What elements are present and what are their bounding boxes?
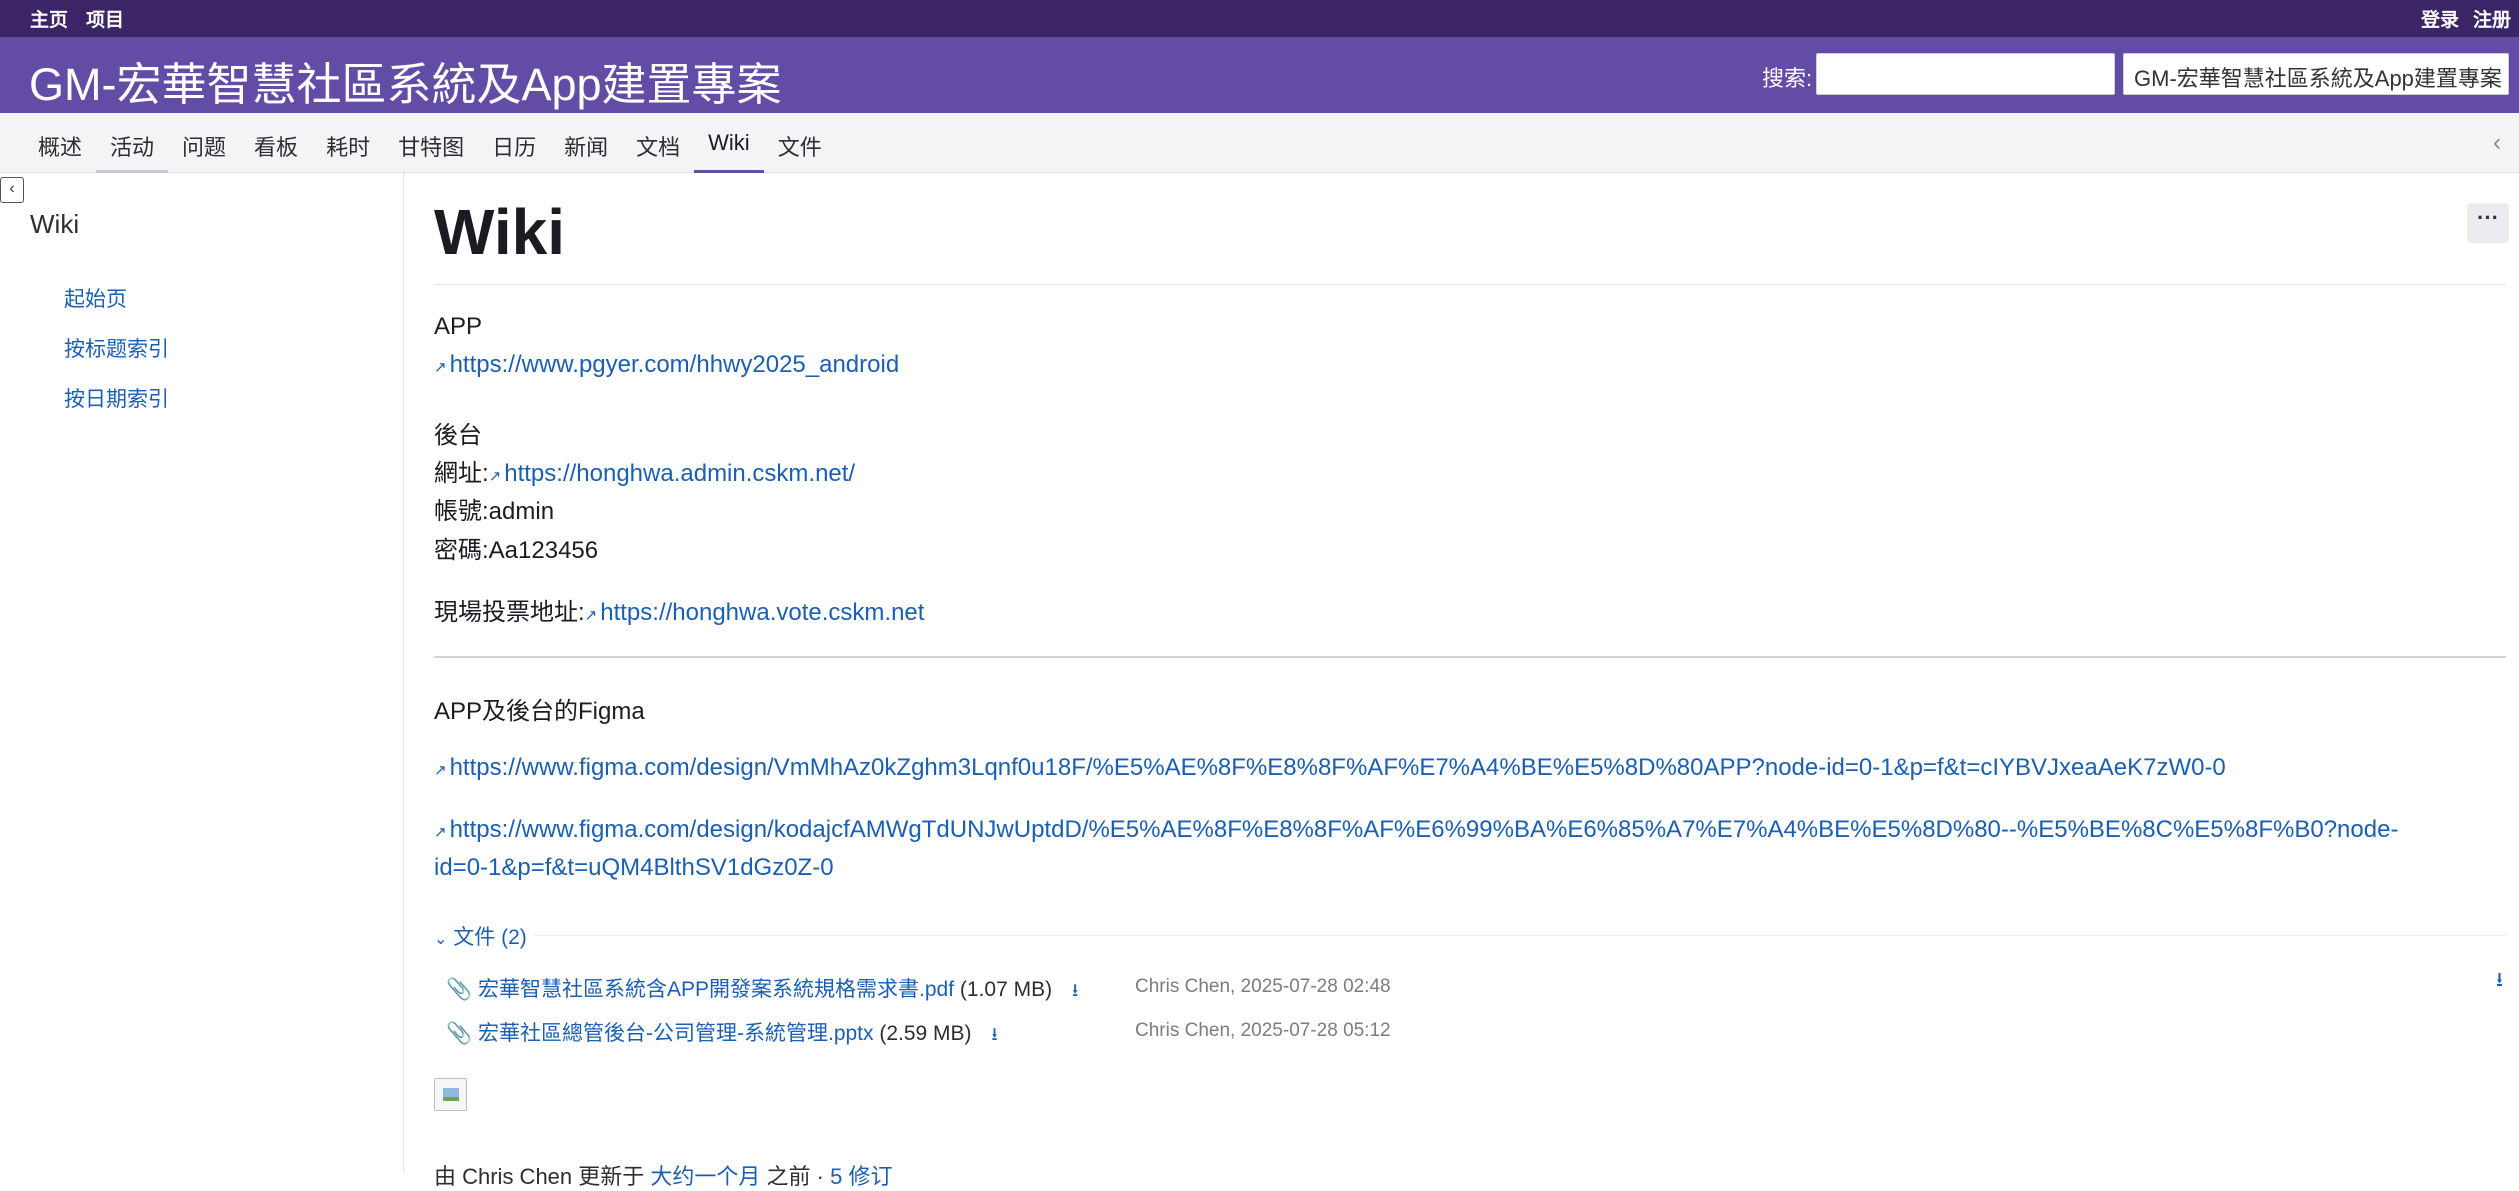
figma-link-2-row: ↗ https://www.figma.com/design/kodajcfAMW… xyxy=(434,816,2398,844)
files-toggle[interactable]: ⌄ 文件 (2) xyxy=(434,921,527,951)
figma-heading: APP及後台的Figma xyxy=(434,698,645,725)
tab-issues[interactable]: 问题 xyxy=(168,113,240,173)
projects-link[interactable]: 项目 xyxy=(86,5,124,32)
wiki-content: Wiki ··· APP ↗ https://www.pgyer.com/hhwy… xyxy=(434,173,2509,1189)
account-label: 帳號: xyxy=(434,498,489,525)
vote-label: 現場投票地址: xyxy=(434,599,585,626)
external-link-icon: ↗ xyxy=(584,607,598,624)
section-divider xyxy=(434,656,2506,658)
updated-prefix: 由 Chris Chen 更新于 xyxy=(434,1164,645,1189)
figma-app-link[interactable]: https://www.figma.com/design/VmMhAz0kZgh… xyxy=(450,754,2226,781)
external-link-icon: ↗ xyxy=(434,824,447,841)
updated-time-link[interactable]: 大约一个月 xyxy=(650,1164,760,1189)
external-link-icon: ↗ xyxy=(488,468,502,485)
figma-backend-link-cont[interactable]: id=0-1&p=f&t=uQM4BlthSV1dGz0Z-0 xyxy=(434,854,834,881)
image-icon[interactable] xyxy=(434,1078,467,1111)
tab-documents[interactable]: 文档 xyxy=(622,113,694,173)
project-jump-select[interactable]: GM-宏華智慧社區系統及App建置專案 xyxy=(2123,53,2509,95)
header: GM-宏華智慧社區系統及App建置專案 搜索: GM-宏華智慧社區系統及App建… xyxy=(0,37,2519,113)
app-label: APP xyxy=(434,313,483,340)
figma-link-2-cont: id=0-1&p=f&t=uQM4BlthSV1dGz0Z-0 xyxy=(434,854,834,882)
search-input[interactable] xyxy=(1816,53,2115,95)
project-title: GM-宏華智慧社區系統及App建置專案 xyxy=(29,59,782,110)
updated-info: 由 Chris Chen 更新于 大约一个月 之前 · 5 修订 xyxy=(434,1159,892,1191)
external-link-icon: ↗ xyxy=(434,762,447,779)
file-row: 📎 宏華社區總管後台-公司管理-系統管理.pptx (2.59 MB) ⭳ xyxy=(446,1017,998,1052)
sidebar-item-start-page[interactable]: 起始页 xyxy=(64,283,169,333)
download-icon[interactable]: ⭳ xyxy=(991,1024,997,1044)
tab-kanban[interactable]: 看板 xyxy=(240,113,312,173)
updated-suffix: 之前 · xyxy=(766,1164,824,1189)
file-row: 📎 宏華智慧社區系統含APP開發案系統規格需求書.pdf (1.07 MB) ⭳ xyxy=(446,973,1078,1008)
sidebar-links: 起始页 按标题索引 按日期索引 xyxy=(64,283,169,433)
paperclip-icon: 📎 xyxy=(446,978,473,1001)
tab-activity[interactable]: 活动 xyxy=(96,113,169,173)
sidebar-item-index-by-title[interactable]: 按标题索引 xyxy=(64,333,169,383)
external-link-icon: ↗ xyxy=(434,359,447,376)
register-link[interactable]: 注册 xyxy=(2473,5,2511,32)
account-value: admin xyxy=(488,498,555,525)
chevron-down-icon: ⌄ xyxy=(434,931,448,948)
files-divider xyxy=(534,935,2506,936)
password-label: 密碼: xyxy=(434,537,489,564)
url-label: 網址: xyxy=(434,460,489,487)
vote-row: 現場投票地址:↗ https://honghwa.vote.cskm.net xyxy=(434,592,924,627)
sidebar: ‹ Wiki 起始页 按标题索引 按日期索引 xyxy=(0,173,404,1173)
backend-label: 後台 xyxy=(434,422,482,449)
app-link[interactable]: https://www.pgyer.com/hhwy2025_android xyxy=(450,351,900,378)
figma-backend-link[interactable]: https://www.figma.com/design/kodajcfAMWg… xyxy=(450,816,2399,843)
main-menu-tabs: 概述 活动 问题 看板 耗时 甘特图 日历 新闻 文档 Wiki 文件 xyxy=(24,113,836,173)
top-menu: 主页 项目 登录 注册 xyxy=(0,0,2519,37)
files-heading: 文件 (2) xyxy=(453,926,527,949)
backend-link[interactable]: https://honghwa.admin.cskm.net/ xyxy=(504,460,855,487)
file-meta: Chris Chen, 2025-07-28 02:48 xyxy=(1135,976,1391,997)
file-meta: Chris Chen, 2025-07-28 05:12 xyxy=(1135,1020,1391,1041)
file-size: (1.07 MB) xyxy=(959,978,1053,1001)
top-menu-right: 登录 注册 xyxy=(2421,5,2511,32)
more-actions-icon[interactable]: ··· xyxy=(2467,203,2509,243)
search-label: 搜索: xyxy=(1762,66,1813,91)
backend-url-row: 網址:↗ https://honghwa.admin.cskm.net/ xyxy=(434,453,855,488)
file-link[interactable]: 宏華社區總管後台-公司管理-系統管理.pptx xyxy=(478,1022,874,1045)
sidebar-heading: Wiki xyxy=(30,209,80,239)
chevron-left-icon[interactable]: ‹ xyxy=(2493,129,2501,157)
tab-time[interactable]: 耗时 xyxy=(312,113,384,173)
tab-calendar[interactable]: 日历 xyxy=(478,113,550,173)
home-link[interactable]: 主页 xyxy=(30,5,68,32)
download-all-icon[interactable]: ⭳ xyxy=(2496,965,2503,999)
figma-link-1-row: ↗ https://www.figma.com/design/VmMhAz0kZg… xyxy=(434,754,2226,782)
paperclip-icon: 📎 xyxy=(446,1022,473,1045)
app-link-row: ↗ https://www.pgyer.com/hhwy2025_android xyxy=(434,351,899,379)
password-row: 密碼:Aa123456 xyxy=(434,530,598,565)
tab-news[interactable]: 新闻 xyxy=(550,113,622,173)
file-link[interactable]: 宏華智慧社區系統含APP開發案系統規格需求書.pdf xyxy=(478,978,954,1001)
sidebar-collapse-icon[interactable]: ‹ xyxy=(0,177,24,203)
main-menu: 概述 活动 问题 看板 耗时 甘特图 日历 新闻 文档 Wiki 文件 ‹ xyxy=(0,113,2519,173)
login-link[interactable]: 登录 xyxy=(2421,5,2459,32)
sidebar-item-index-by-date[interactable]: 按日期索引 xyxy=(64,383,169,433)
tab-wiki[interactable]: Wiki xyxy=(694,113,764,173)
tab-overview[interactable]: 概述 xyxy=(24,113,96,173)
tab-gantt[interactable]: 甘特图 xyxy=(384,113,478,173)
title-divider xyxy=(434,284,2506,285)
tab-files[interactable]: 文件 xyxy=(764,113,836,173)
account-row: 帳號:admin xyxy=(434,491,554,526)
download-icon[interactable]: ⭳ xyxy=(1072,980,1078,1000)
revisions-link[interactable]: 5 修订 xyxy=(830,1164,892,1189)
file-size: (2.59 MB) xyxy=(879,1022,972,1045)
page-title: Wiki xyxy=(434,196,565,268)
top-menu-left: 主页 项目 xyxy=(30,5,124,32)
vote-link[interactable]: https://honghwa.vote.cskm.net xyxy=(600,599,924,626)
password-value: Aa123456 xyxy=(488,537,599,564)
